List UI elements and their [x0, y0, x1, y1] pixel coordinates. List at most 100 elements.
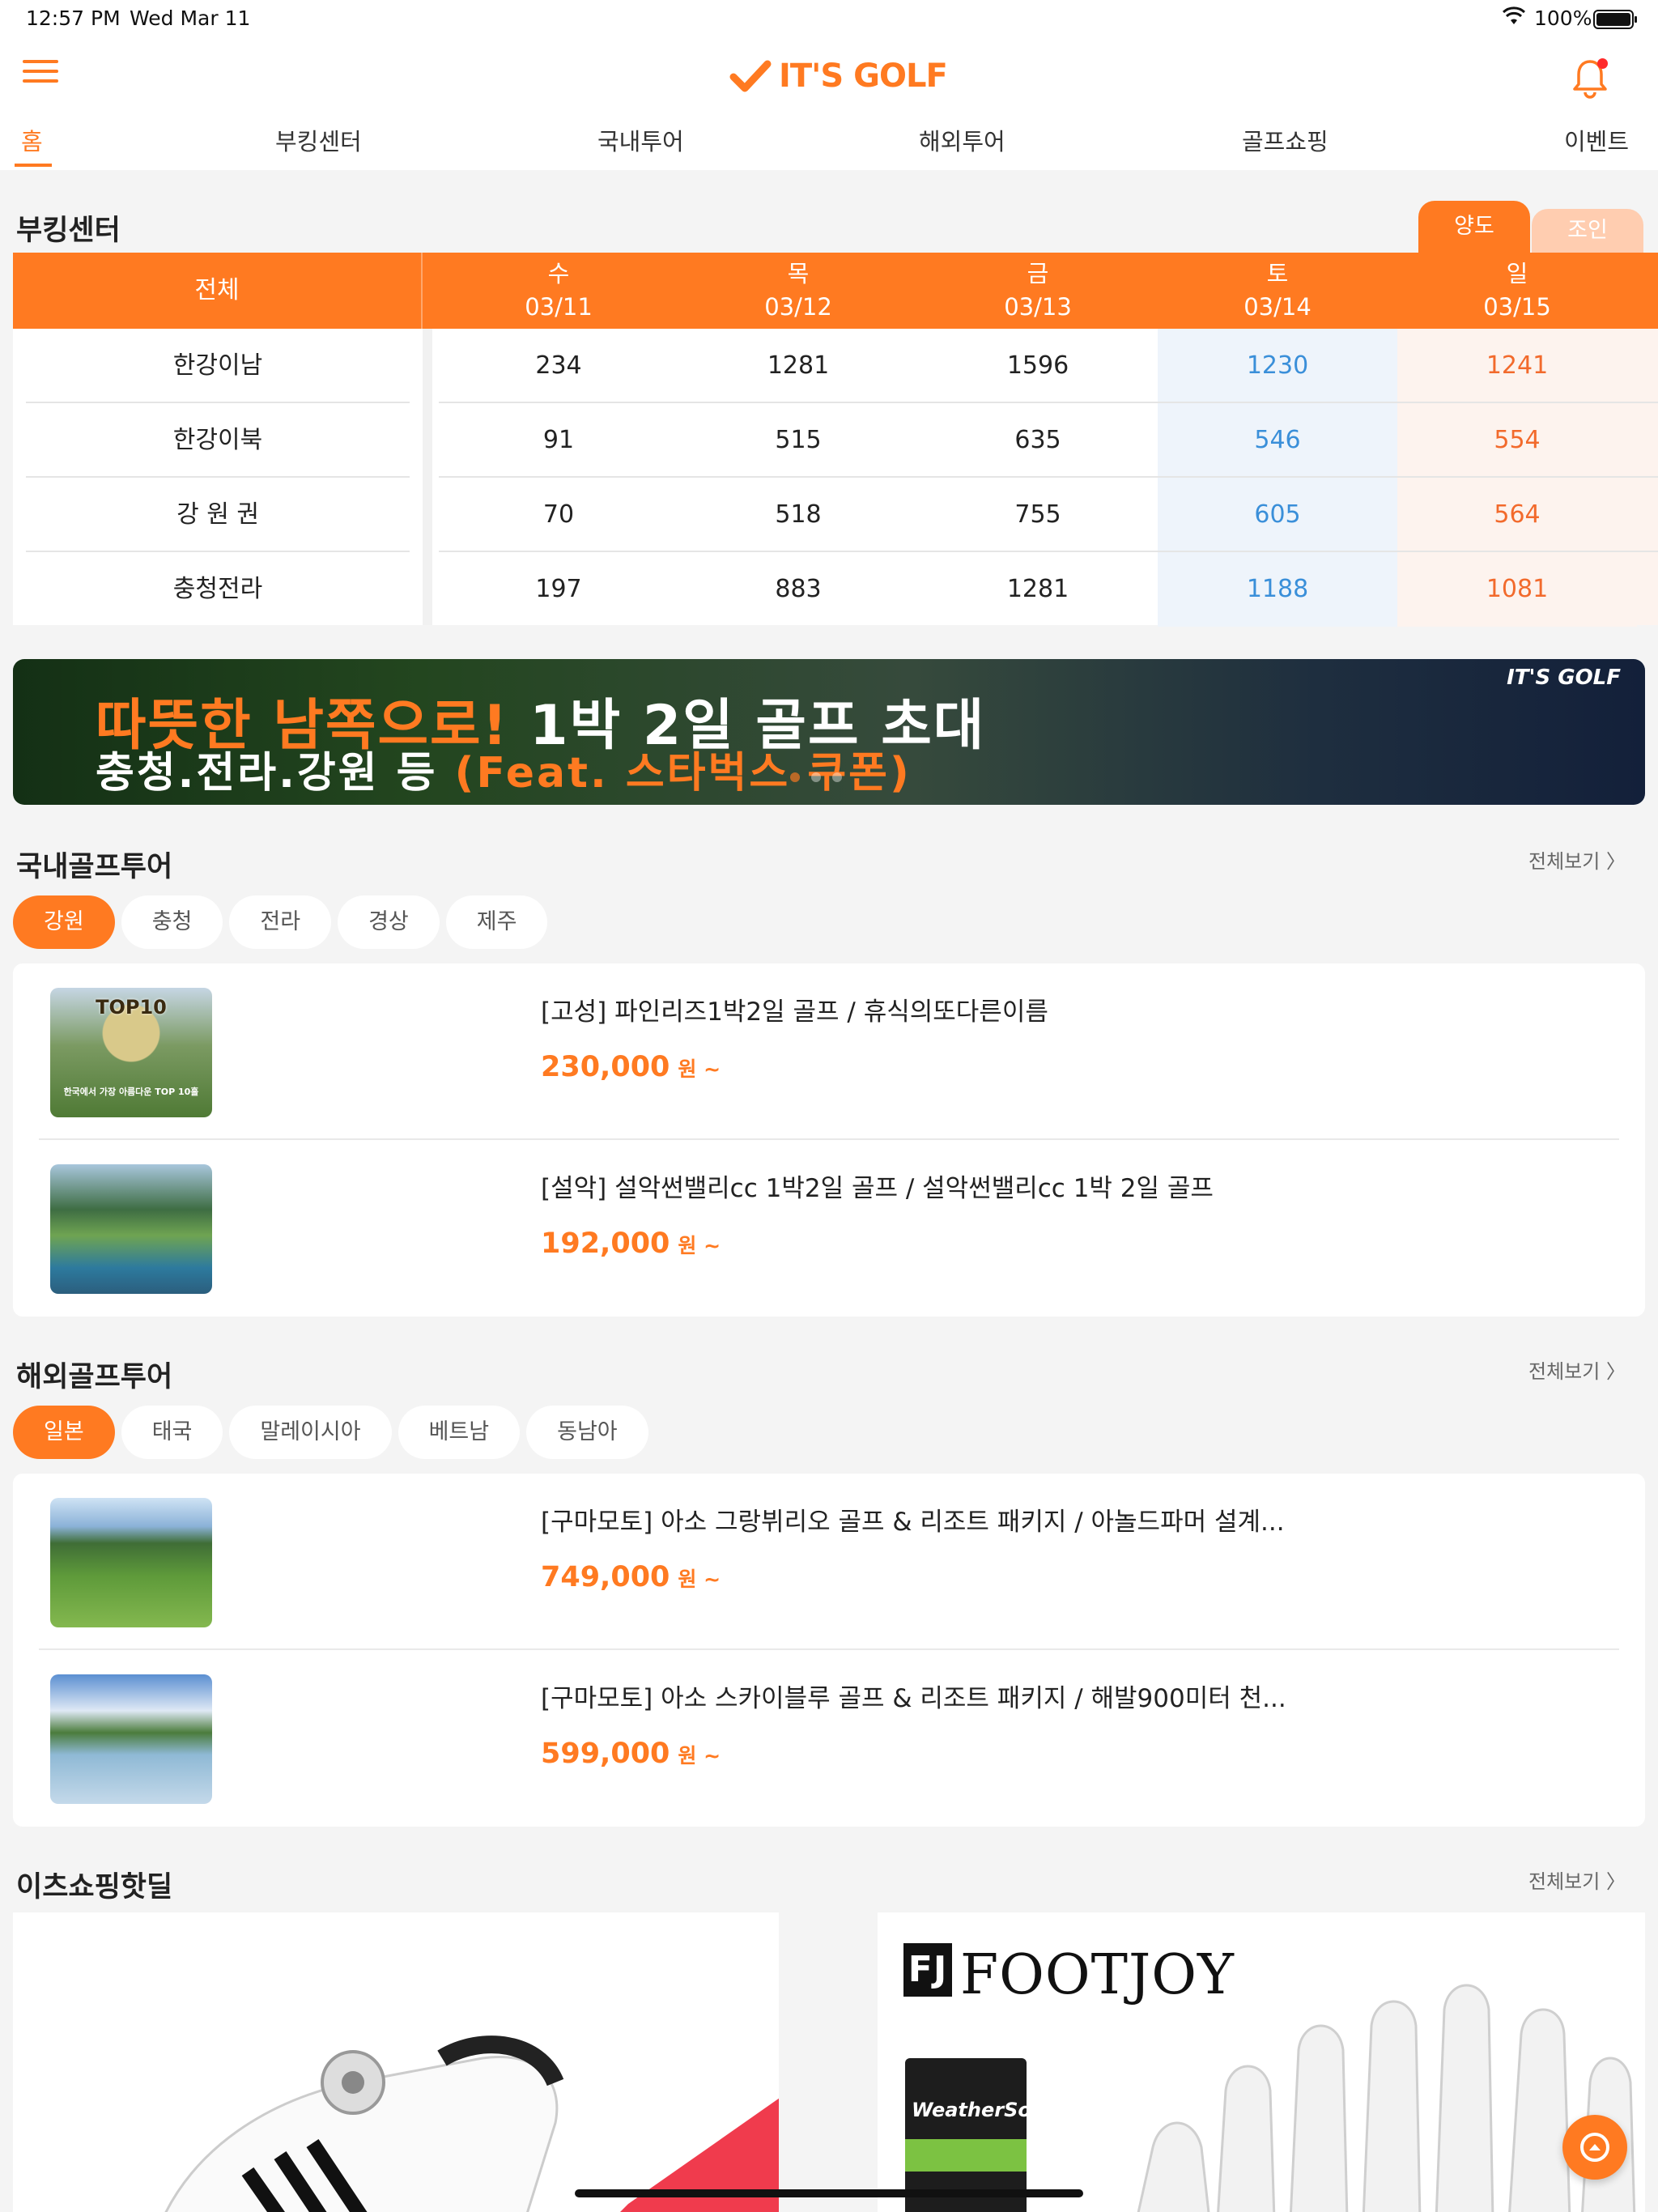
logo-check-icon [729, 60, 772, 92]
toggle-join[interactable]: 조인 [1532, 209, 1643, 253]
banner-subline-accent: (Feat. 스타벅스 쿠폰) [454, 749, 912, 798]
tour-title[interactable]: [구마모토] 아소 그랑뷔리오 골프 & 리조트 패키지 / 아놀드파머 설계.… [541, 1501, 1285, 1538]
status-time: 12:57 PM [26, 6, 121, 30]
toggle-transfer[interactable]: 양도 [1418, 201, 1530, 253]
booking-count[interactable]: 1596 [918, 329, 1158, 403]
banner-subline: 충청.전라.강원 등 (Feat. 스타벅스 쿠폰) [96, 738, 912, 799]
booking-count[interactable]: 1281 [918, 552, 1158, 627]
booking-count-saturday[interactable]: 605 [1158, 478, 1397, 552]
filter-pill[interactable]: 말레이시아 [229, 1406, 392, 1459]
scroll-to-top-button[interactable] [1562, 2115, 1627, 2180]
domestic-view-all-link[interactable]: 전체보기 〉 [1528, 845, 1626, 874]
booking-count-sunday[interactable]: 1081 [1397, 552, 1637, 627]
region-label[interactable]: 한강이북 [26, 403, 410, 478]
shopping-view-all-link[interactable]: 전체보기 〉 [1528, 1865, 1626, 1894]
price-unit: 원 ~ [678, 1057, 721, 1081]
header-day: 금 03/13 [918, 257, 1158, 324]
tour-list-item[interactable]: [구마모토] 아소 그랑뷔리오 골프 & 리조트 패키지 / 아놀드파머 설계.… [39, 1474, 1619, 1650]
product-label: WeatherSof [912, 2099, 1040, 2121]
booking-count[interactable]: 197 [439, 552, 678, 627]
tab-home[interactable]: 홈 [21, 123, 43, 157]
thumbnail-caption: 한국에서 가장 아름다운 TOP 10홀 [63, 1087, 199, 1097]
tour-list-item[interactable]: TOP10 한국에서 가장 아름다운 TOP 10홀 [고성] 파인리즈1박2일 … [39, 963, 1619, 1140]
tab-booking-center[interactable]: 부킹센터 [275, 123, 362, 157]
domestic-section-title: 국내골프투어 [16, 851, 173, 883]
price-unit: 원 ~ [678, 1744, 721, 1767]
filter-pill[interactable]: 태국 [121, 1406, 223, 1459]
price-unit: 원 ~ [678, 1234, 721, 1257]
tab-event[interactable]: 이벤트 [1564, 123, 1629, 157]
booking-count-sunday[interactable]: 554 [1397, 403, 1637, 478]
booking-count-sunday[interactable]: 564 [1397, 478, 1637, 552]
tour-price: 599,000 원 ~ [541, 1738, 721, 1770]
filter-pill[interactable]: 충청 [121, 895, 223, 949]
filter-pill[interactable]: 경상 [338, 895, 440, 949]
booking-count[interactable]: 1281 [678, 329, 918, 403]
booking-count-saturday[interactable]: 1230 [1158, 329, 1397, 403]
tour-list-item[interactable]: [설악] 설악썬밸리cc 1박2일 골프 / 설악썬밸리cc 1박 2일 골프 … [39, 1140, 1619, 1317]
notification-bell-icon[interactable] [1571, 57, 1609, 99]
tab-golf-shopping[interactable]: 골프쇼핑 [1242, 123, 1329, 157]
arrow-up-icon [1580, 2133, 1609, 2162]
package-stripe [905, 2139, 1027, 2172]
booking-count[interactable]: 70 [439, 478, 678, 552]
overseas-view-all-link[interactable]: 전체보기 〉 [1528, 1355, 1626, 1384]
tour-price: 749,000 원 ~ [541, 1561, 721, 1593]
filter-pill[interactable]: 강원 [13, 895, 115, 949]
tour-thumbnail [50, 1498, 212, 1627]
region-label[interactable]: 한강이남 [26, 329, 410, 403]
hamburger-menu-icon[interactable] [23, 57, 58, 86]
header-day: 토 03/14 [1158, 257, 1397, 324]
filter-pill[interactable]: 전라 [229, 895, 332, 949]
booking-count[interactable]: 755 [918, 478, 1158, 552]
column-separator [423, 329, 432, 625]
shopping-product-card[interactable]: FJ FOOTJOY WeatherSof [878, 1912, 1645, 2212]
filter-pill[interactable]: 일본 [13, 1406, 115, 1459]
banner-logo: IT'S GOLF [1507, 666, 1621, 690]
logo-text: IT'S GOLF [779, 57, 948, 95]
booking-count[interactable]: 234 [439, 329, 678, 403]
golf-shoe-image [164, 2035, 779, 2212]
day-of-week: 목 [787, 260, 810, 287]
region-label[interactable]: 강 원 권 [26, 478, 410, 552]
booking-count[interactable]: 91 [439, 403, 678, 478]
shopping-product-card[interactable] [13, 1912, 779, 2212]
domestic-tour-list: TOP10 한국에서 가장 아름다운 TOP 10홀 [고성] 파인리즈1박2일 … [13, 963, 1645, 1317]
tab-domestic-tour[interactable]: 국내투어 [597, 123, 684, 157]
day-of-week: 일 [1506, 260, 1528, 287]
day-date: 03/14 [1244, 293, 1312, 321]
tour-price: 230,000 원 ~ [541, 1051, 721, 1083]
battery-icon [1593, 10, 1637, 29]
booking-count-saturday[interactable]: 546 [1158, 403, 1397, 478]
booking-count[interactable]: 635 [918, 403, 1158, 478]
region-label[interactable]: 충청전라 [26, 552, 410, 627]
booking-count-saturday[interactable]: 1188 [1158, 552, 1397, 627]
booking-count[interactable]: 518 [678, 478, 918, 552]
tour-title[interactable]: [고성] 파인리즈1박2일 골프 / 휴식의또다른이름 [541, 991, 1048, 1027]
booking-count-sunday[interactable]: 1241 [1397, 329, 1637, 403]
status-bar: 12:57 PM Wed Mar 11 100% [0, 0, 1658, 39]
tour-list-item[interactable]: [구마모토] 아소 스카이블루 골프 & 리조트 패키지 / 해발900미터 천… [39, 1650, 1619, 1827]
price-unit: 원 ~ [678, 1568, 721, 1591]
active-tab-indicator [15, 164, 52, 167]
tour-title[interactable]: [구마모토] 아소 스카이블루 골프 & 리조트 패키지 / 해발900미터 천… [541, 1678, 1286, 1714]
app-logo[interactable]: IT'S GOLF [729, 53, 948, 99]
tab-overseas-tour[interactable]: 해외투어 [919, 123, 1005, 157]
price-value: 749,000 [541, 1561, 670, 1593]
booking-count[interactable]: 883 [678, 552, 918, 627]
promo-banner[interactable]: IT'S GOLF 따뜻한 남쪽으로! 1박 2일 골프 초대 충청.전라.강원… [13, 659, 1645, 805]
tour-price: 192,000 원 ~ [541, 1227, 721, 1260]
booking-section-title: 부킹센터 [16, 215, 121, 247]
filter-pill[interactable]: 제주 [445, 895, 548, 949]
price-value: 192,000 [541, 1227, 670, 1260]
day-date: 03/13 [1004, 293, 1072, 321]
status-date: Wed Mar 11 [130, 6, 251, 30]
home-indicator [575, 2189, 1083, 2197]
tour-title[interactable]: [설악] 설악썬밸리cc 1박2일 골프 / 설악썬밸리cc 1박 2일 골프 [541, 1168, 1214, 1204]
header-day: 수 03/11 [439, 257, 678, 324]
booking-count[interactable]: 515 [678, 403, 918, 478]
booking-table-header: 전체 수 03/11 목 03/12 금 03/13 토 03/14 일 03/15 [13, 253, 1658, 329]
filter-pill[interactable]: 동남아 [526, 1406, 648, 1459]
filter-pill[interactable]: 베트남 [397, 1406, 521, 1459]
fj-mark: FJ [903, 1943, 952, 1997]
